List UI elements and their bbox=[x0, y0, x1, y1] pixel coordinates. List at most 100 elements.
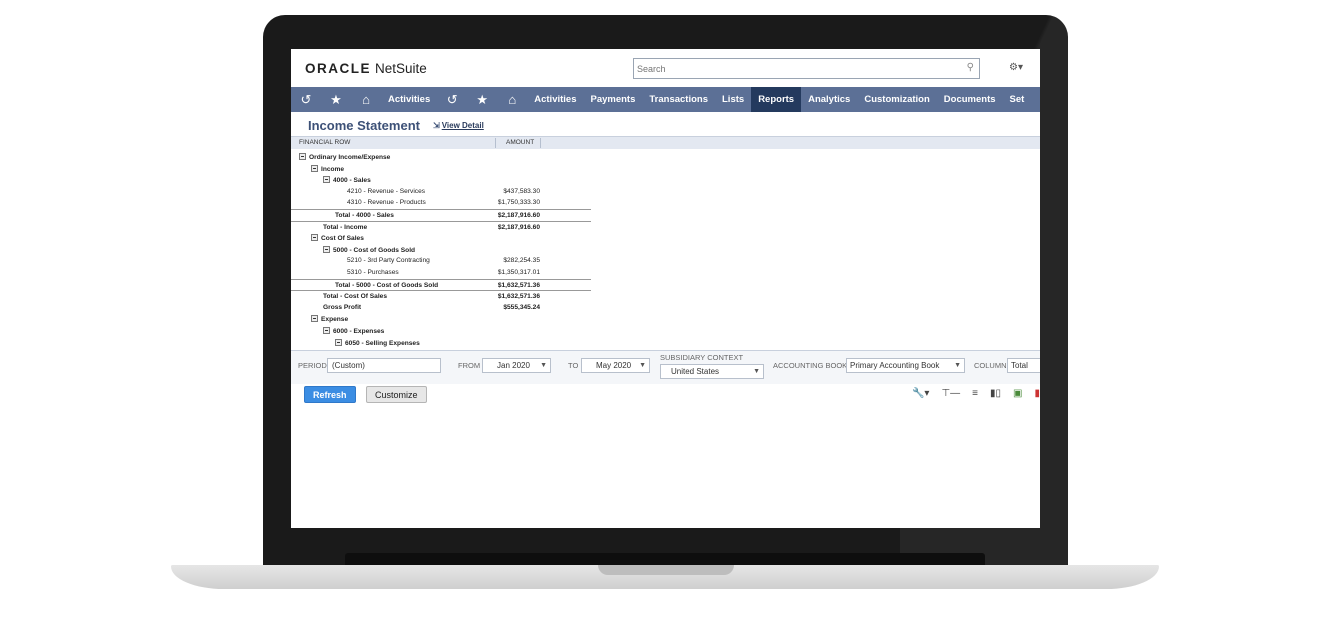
refresh-button[interactable]: Refresh bbox=[304, 386, 356, 403]
laptop-mockup: ORACLENetSuite ⚲ ⚙▾ ↺ ★ ⌂ Activities ↺ ★… bbox=[0, 0, 1330, 617]
action-bar: Refresh Customize 🔧▾ ⊤— ≡ ▮▯ ▣ ▮ bbox=[291, 386, 1040, 406]
table-row[interactable]: 5000 - Cost of Goods Sold bbox=[291, 244, 591, 256]
row-label-text: 6050 - Selling Expenses bbox=[345, 339, 420, 347]
row-label: 6050 - Selling Expenses bbox=[335, 338, 420, 347]
row-label: Ordinary Income/Expense bbox=[299, 153, 390, 161]
nav-item-customization[interactable]: Customization bbox=[857, 87, 936, 112]
nav-item-lists[interactable]: Lists bbox=[715, 87, 751, 112]
row-label: 6000 - Expenses bbox=[323, 326, 384, 335]
row-label-text: 5000 - Cost of Goods Sold bbox=[333, 246, 416, 254]
search-input[interactable] bbox=[634, 59, 944, 79]
pdf-icon[interactable]: ▮ bbox=[1034, 388, 1040, 399]
accounting-book-select[interactable]: Primary Accounting Book ▼ bbox=[846, 358, 965, 373]
column-divider[interactable] bbox=[495, 138, 496, 148]
table-row[interactable]: 4310 - Revenue - Products $1,750,333.30 bbox=[291, 197, 591, 209]
table-row[interactable]: 4210 - Revenue - Services $437,583.30 bbox=[291, 186, 591, 198]
top-bar: ORACLENetSuite ⚲ ⚙▾ bbox=[291, 49, 1040, 87]
table-row[interactable]: 5310 - Purchases $1,350,317.01 bbox=[291, 267, 591, 279]
nav-item-activities[interactable]: Activities bbox=[381, 87, 437, 112]
column-label: COLUMN bbox=[974, 361, 1007, 370]
nav-item-transactions[interactable]: Transactions bbox=[642, 87, 715, 112]
accounting-book-label: ACCOUNTING BOOK bbox=[773, 361, 848, 370]
global-search[interactable]: ⚲ bbox=[633, 58, 980, 79]
row-label: 4000 - Sales bbox=[323, 176, 371, 184]
row-label: Gross Profit bbox=[323, 304, 361, 311]
row-label-text: Total - Income bbox=[323, 223, 368, 231]
table-row[interactable]: 6000 - Expenses bbox=[291, 325, 591, 337]
subsidiary-context-label: SUBSIDIARY CONTEXT bbox=[660, 353, 744, 362]
nav-item-payments[interactable]: Payments bbox=[584, 87, 643, 112]
table-row[interactable]: Gross Profit $555,345.24 bbox=[291, 302, 591, 314]
collapse-toggle-icon[interactable] bbox=[311, 164, 318, 172]
collapse-rows-icon[interactable]: ⊤— bbox=[941, 388, 960, 399]
report-filters: PERIOD (Custom) FROM Jan 2020 ▼ TO May 20… bbox=[291, 350, 1040, 384]
collapse-toggle-icon[interactable] bbox=[323, 326, 330, 334]
row-label-text: Cost Of Sales bbox=[321, 235, 364, 243]
table-row[interactable]: Cost Of Sales bbox=[291, 232, 591, 244]
expand-rows-icon[interactable]: ≡ bbox=[972, 388, 978, 399]
column-select[interactable]: Total bbox=[1007, 358, 1040, 373]
table-row[interactable]: Expense bbox=[291, 313, 591, 325]
table-row[interactable]: Total - 5000 - Cost of Goods Sold $1,632,… bbox=[291, 278, 591, 291]
nav-item-activities[interactable]: Activities bbox=[527, 87, 583, 112]
laptop-hinge bbox=[345, 553, 985, 565]
nav-item-setup[interactable]: Set bbox=[1003, 87, 1032, 112]
subsidiary-select[interactable]: United States ▼ bbox=[660, 364, 764, 379]
collapse-toggle-icon[interactable] bbox=[299, 153, 306, 160]
favorites-star-icon[interactable]: ★ bbox=[321, 92, 351, 108]
row-label: Total - 4000 - Sales bbox=[335, 212, 394, 219]
table-row[interactable]: Total - Cost Of Sales $1,632,571.36 bbox=[291, 290, 591, 302]
row-label-text: 4310 - Revenue - Products bbox=[347, 199, 426, 207]
chevron-down-icon: ▼ bbox=[639, 362, 646, 369]
export-icon[interactable]: ▣ bbox=[1013, 388, 1022, 399]
collapse-toggle-icon[interactable] bbox=[323, 245, 330, 253]
table-row[interactable]: 5210 - 3rd Party Contracting $282,254.35 bbox=[291, 255, 591, 267]
oracle-netsuite-logo[interactable]: ORACLE NetSuite bbox=[305, 61, 427, 76]
row-label-text: Gross Profit bbox=[323, 303, 362, 311]
report-toolbar: 🔧▾ ⊤— ≡ ▮▯ ▣ ▮ bbox=[912, 388, 1040, 399]
table-row[interactable]: Total - 4000 - Sales $2,187,916.60 bbox=[291, 208, 591, 221]
row-label-text: Ordinary Income/Expense bbox=[309, 154, 391, 161]
period-label: PERIOD bbox=[298, 361, 327, 370]
row-label-text: 5210 - 3rd Party Contracting bbox=[347, 257, 430, 265]
title-bar: Income Statement ⇲ View Detail bbox=[291, 112, 1040, 134]
chart-icon[interactable]: ▮▯ bbox=[990, 388, 1001, 399]
collapse-toggle-icon[interactable] bbox=[311, 315, 318, 323]
row-label-text: Expense bbox=[321, 316, 349, 324]
period-field[interactable]: (Custom) bbox=[327, 358, 441, 373]
to-select[interactable]: May 2020 ▼ bbox=[581, 358, 650, 373]
column-header-amount[interactable]: AMOUNT bbox=[506, 139, 534, 146]
table-row[interactable]: Ordinary Income/Expense bbox=[291, 151, 591, 163]
search-icon[interactable]: ⚲ bbox=[967, 62, 974, 73]
nav-item-documents[interactable]: Documents bbox=[937, 87, 1003, 112]
home-icon[interactable]: ⌂ bbox=[351, 92, 381, 107]
favorites-star-icon[interactable]: ★ bbox=[467, 92, 497, 108]
row-label-text: Total - 4000 - Sales bbox=[335, 211, 394, 219]
column-header-financial-row[interactable]: FINANCIAL ROW bbox=[299, 139, 350, 146]
row-label: Income bbox=[311, 164, 344, 173]
view-detail-link[interactable]: ⇲ View Detail bbox=[433, 121, 484, 130]
from-select[interactable]: Jan 2020 ▼ bbox=[482, 358, 551, 373]
row-amount: $1,632,571.36 bbox=[497, 293, 540, 301]
table-row[interactable]: Income bbox=[291, 163, 591, 175]
row-amount: $282,254.35 bbox=[503, 257, 540, 265]
collapse-toggle-icon[interactable] bbox=[311, 234, 318, 242]
customize-button[interactable]: Customize bbox=[366, 386, 427, 403]
column-divider[interactable] bbox=[540, 138, 541, 148]
home-icon[interactable]: ⌂ bbox=[497, 92, 527, 107]
table-row[interactable]: 4000 - Sales bbox=[291, 174, 591, 186]
nav-item-analytics[interactable]: Analytics bbox=[801, 87, 857, 112]
row-label: Cost Of Sales bbox=[311, 234, 364, 242]
wrench-icon[interactable]: 🔧▾ bbox=[912, 388, 929, 399]
recent-records-icon[interactable]: ↺ bbox=[291, 92, 321, 108]
recent-records-icon[interactable]: ↺ bbox=[437, 92, 467, 108]
collapse-toggle-icon[interactable] bbox=[323, 176, 330, 184]
nav-item-reports[interactable]: Reports bbox=[751, 87, 802, 112]
user-menu-icon[interactable]: ⚙▾ bbox=[1009, 62, 1023, 73]
row-label: 4310 - Revenue - Products bbox=[347, 199, 426, 206]
collapse-toggle-icon[interactable] bbox=[335, 338, 342, 346]
table-row[interactable]: Total - Income $2,187,916.60 bbox=[291, 220, 591, 233]
table-row[interactable]: 6050 - Selling Expenses bbox=[291, 337, 591, 349]
row-label: Expense bbox=[311, 315, 348, 323]
main-nav: ↺ ★ ⌂ Activities ↺ ★ ⌂ Activities Paymen… bbox=[291, 87, 1040, 112]
